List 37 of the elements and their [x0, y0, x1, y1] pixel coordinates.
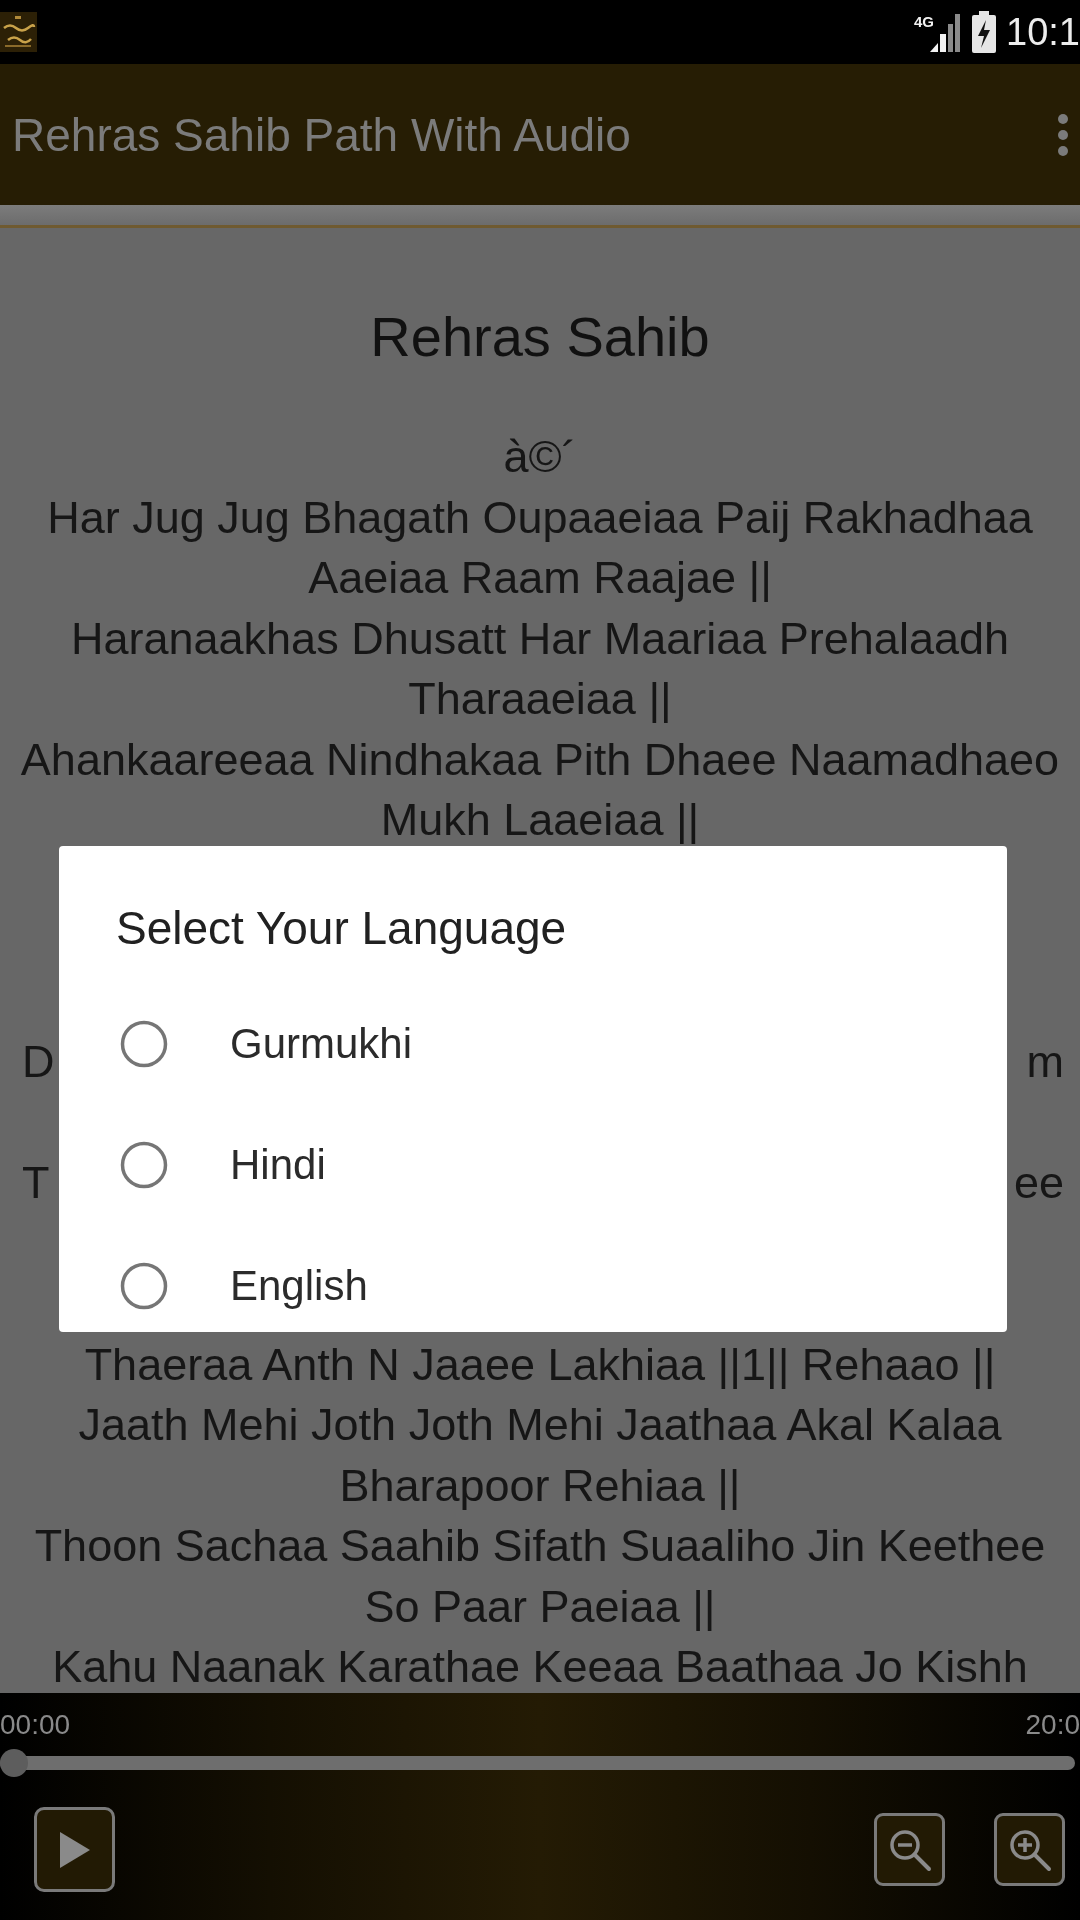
verse-line: m [1026, 1035, 1064, 1089]
app-title: Rehras Sahib Path With Audio [12, 107, 631, 162]
zoom-in-button[interactable] [994, 1813, 1065, 1886]
radio-icon[interactable] [120, 1262, 168, 1310]
language-option[interactable]: English [116, 1240, 950, 1332]
dialog-title: Select Your Language [116, 901, 567, 956]
zoom-out-button[interactable] [874, 1813, 945, 1886]
zoom-in-icon [1007, 1827, 1052, 1872]
elapsed-time: 00:00 [0, 1708, 71, 1742]
seek-thumb[interactable] [0, 1749, 28, 1777]
verse-line: Jaath Mehi Joth Joth Mehi Jaathaa Akal Kalaa Bharapoor Rehiaa || [77, 1398, 1003, 1513]
verse-line: Thoon Sachaa Saahib Sifath Suaaliho Jin Keethee So Paar Paeiaa || [33, 1519, 1047, 1634]
radio-icon[interactable] [120, 1020, 168, 1068]
more-options-button[interactable] [1056, 111, 1070, 158]
radio-icon[interactable] [120, 1141, 168, 1189]
verse-line: T [22, 1156, 50, 1210]
verse-line: Har Jug Jug Bhagath Oupaaeiaa Paij Rakhadhaa Aaeiaa Raam Raajae || [46, 490, 1034, 605]
language-option[interactable]: Hindi [116, 1119, 950, 1211]
verse-line: Ahankaareeaa Nindhakaa Pith Dhaee Naamadhaeo Mukh Laaeiaa || [19, 732, 1061, 847]
verse-line: ee [1013, 1156, 1064, 1210]
app-logo-icon [0, 12, 37, 52]
zoom-out-icon [887, 1827, 932, 1872]
page-heading: Rehras Sahib [370, 304, 710, 370]
verse-line: Kahu Naanak Karathae Keeaa Baathaa Jo Kishh [51, 1640, 1029, 1693]
status-clock: 10:1 [1006, 10, 1080, 54]
seek-slider[interactable] [0, 1749, 1075, 1777]
more-options-icon [1058, 113, 1068, 156]
play-icon [59, 1831, 90, 1868]
verse-line: à©´ [502, 430, 578, 484]
battery-charging-icon [972, 11, 997, 53]
play-button[interactable] [34, 1807, 115, 1892]
network-type: 4G [914, 14, 935, 30]
verse-line: D [22, 1035, 55, 1089]
language-option[interactable]: Gurmukhi [116, 998, 950, 1090]
total-time: 20:0 [1025, 1708, 1080, 1742]
verse-line: Thaeraa Anth N Jaaee Lakhiaa ||1|| Rehaao || [83, 1337, 997, 1392]
verse-line: Haranaakhas Dhusatt Har Maariaa Prehalaadh Tharaaeiaa || [69, 611, 1010, 726]
